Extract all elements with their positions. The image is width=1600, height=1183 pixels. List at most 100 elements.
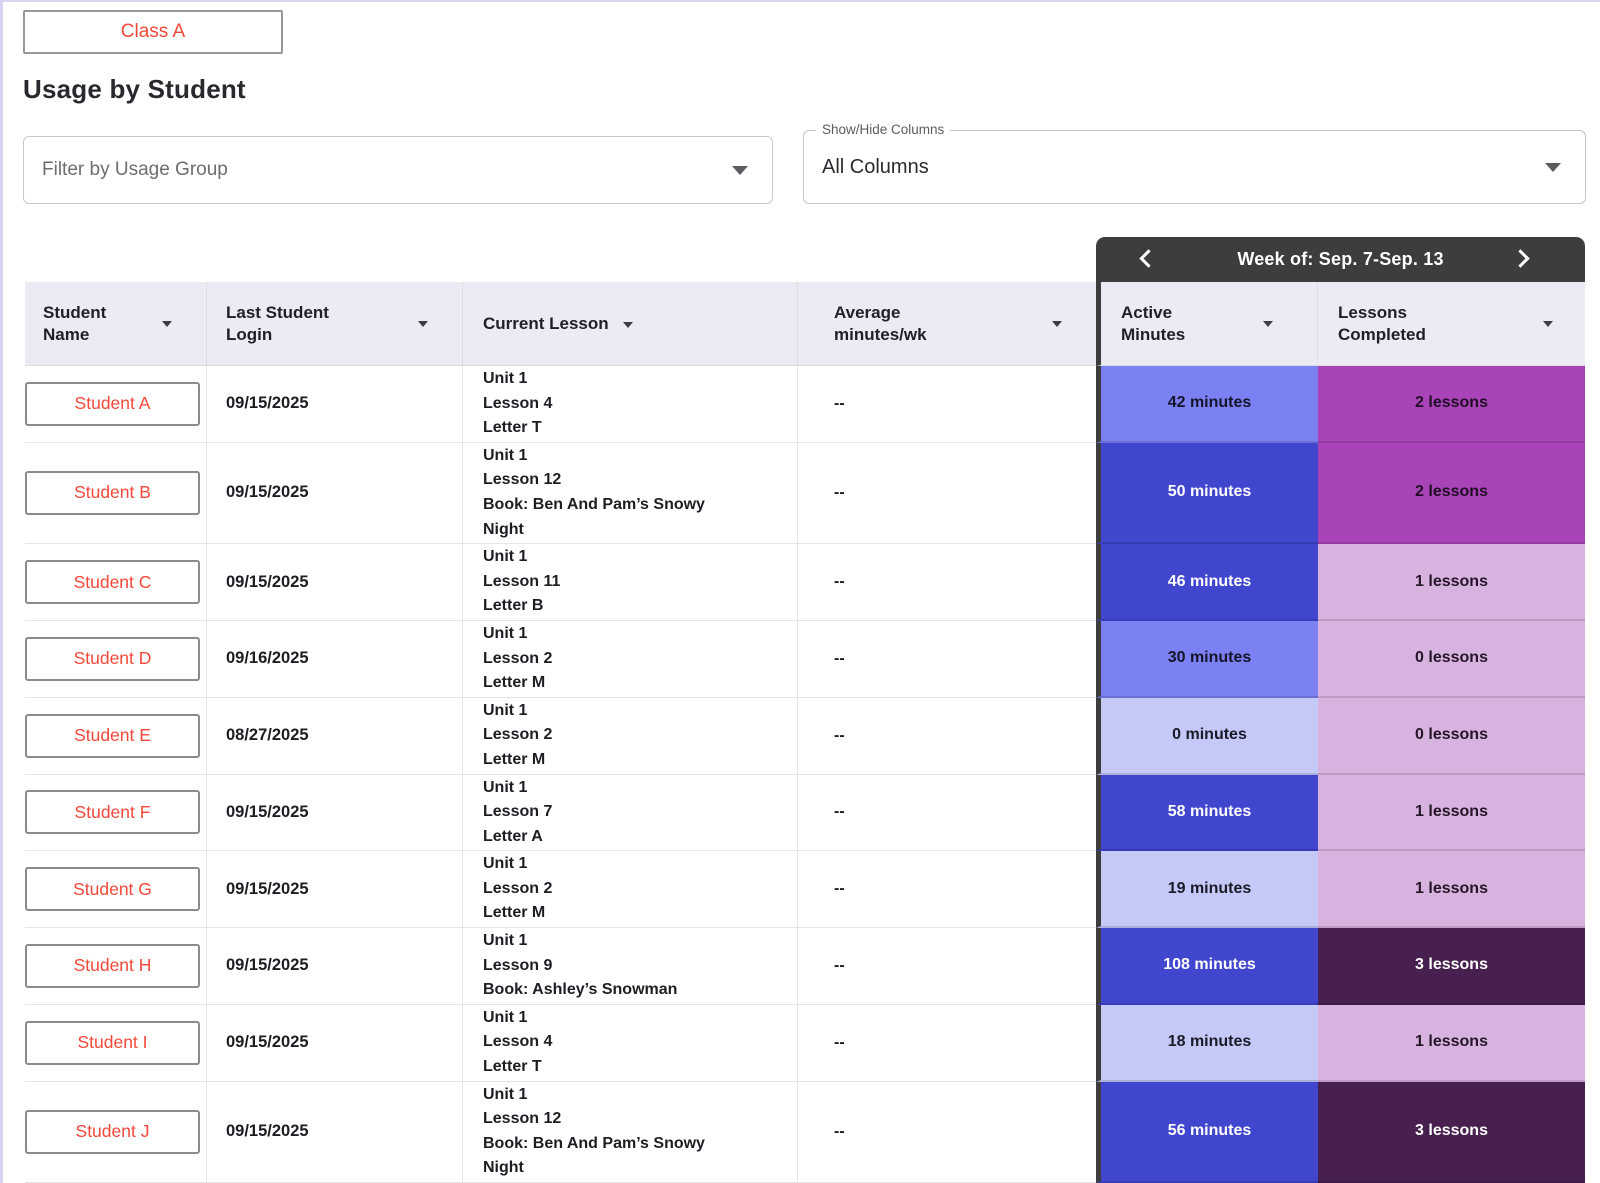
current-lesson-cell: Unit 1Lesson 2Letter M: [463, 698, 798, 775]
lessons-completed-cell: 2 lessons: [1318, 366, 1585, 443]
average-minutes-cell: --: [798, 443, 1096, 544]
column-header-label: Current Lesson: [483, 313, 609, 335]
current-lesson-lines: Unit 1Lesson 4Letter T: [483, 1006, 552, 1080]
column-header-average-minutes[interactable]: Average minutes/wk: [798, 282, 1096, 366]
student-name-button[interactable]: Student C: [25, 560, 200, 604]
student-name-cell: Student H: [25, 928, 207, 1005]
column-header-student-name[interactable]: Student Name: [25, 282, 207, 366]
student-name-cell: Student C: [25, 544, 207, 621]
last-login-cell: 09/15/2025: [207, 1005, 463, 1082]
column-header-label: Student Name: [43, 302, 135, 346]
lessons-completed-cell: 1 lessons: [1318, 1005, 1585, 1082]
current-lesson-cell: Unit 1Lesson 4Letter T: [463, 366, 798, 443]
student-name-button[interactable]: Student F: [25, 790, 200, 834]
average-minutes-cell: --: [798, 621, 1096, 698]
sort-triangle-icon[interactable]: [418, 321, 428, 327]
lessons-completed-cell: 2 lessons: [1318, 443, 1585, 544]
lessons-completed-cell: 3 lessons: [1318, 1082, 1585, 1183]
active-minutes-cell: 50 minutes: [1096, 443, 1318, 544]
lessons-completed-cell: 1 lessons: [1318, 544, 1585, 621]
student-name-button[interactable]: Student D: [25, 637, 200, 681]
current-lesson-cell: Unit 1Lesson 12Book: Ben And Pam’s Snowy…: [463, 443, 798, 544]
current-lesson-cell: Unit 1Lesson 12Book: Ben And Pam’s Snowy…: [463, 1082, 798, 1183]
sort-triangle-icon[interactable]: [162, 321, 172, 327]
next-week-button chevron-right-icon[interactable]: [1511, 249, 1529, 267]
usage-group-filter-select[interactable]: Filter by Usage Group: [23, 136, 773, 204]
current-lesson-lines: Unit 1Lesson 2Letter M: [483, 852, 552, 926]
current-lesson-lines: Unit 1Lesson 2Letter M: [483, 622, 552, 696]
lessons-completed-cell: 3 lessons: [1318, 928, 1585, 1005]
last-login-cell: 09/15/2025: [207, 443, 463, 544]
average-minutes-cell: --: [798, 928, 1096, 1005]
active-minutes-cell: 19 minutes: [1096, 851, 1318, 928]
student-name-button[interactable]: Student B: [25, 471, 200, 515]
column-header-lessons-completed[interactable]: Lessons Completed: [1318, 282, 1585, 366]
student-name-cell: Student A: [25, 366, 207, 443]
last-login-cell: 09/15/2025: [207, 851, 463, 928]
student-name-cell: Student I: [25, 1005, 207, 1082]
lessons-completed-cell: 0 lessons: [1318, 698, 1585, 775]
student-name-cell: Student F: [25, 775, 207, 852]
current-lesson-cell: Unit 1Lesson 4Letter T: [463, 1005, 798, 1082]
show-hide-columns-label: Show/Hide Columns: [816, 122, 950, 137]
current-lesson-cell: Unit 1Lesson 11Letter B: [463, 544, 798, 621]
student-name-cell: Student G: [25, 851, 207, 928]
week-navigator: Week of: Sep. 7-Sep. 13: [1096, 237, 1585, 282]
student-name-button[interactable]: Student E: [25, 714, 200, 758]
student-name-cell: Student B: [25, 443, 207, 544]
current-lesson-cell: Unit 1Lesson 7Letter A: [463, 775, 798, 852]
active-minutes-cell: 58 minutes: [1096, 775, 1318, 852]
usage-group-filter-placeholder: Filter by Usage Group: [42, 159, 228, 181]
student-name-button[interactable]: Student I: [25, 1021, 200, 1065]
chevron-down-icon: [732, 166, 748, 175]
page-title: Usage by Student: [23, 74, 1600, 105]
last-login-cell: 09/15/2025: [207, 775, 463, 852]
average-minutes-cell: --: [798, 1005, 1096, 1082]
show-hide-columns-select[interactable]: Show/Hide Columns All Columns: [803, 130, 1586, 204]
current-lesson-lines: Unit 1Lesson 9Book: Ashley’s Snowman: [483, 929, 677, 1003]
column-header-label: Active Minutes: [1121, 302, 1211, 346]
student-name-button[interactable]: Student J: [25, 1110, 200, 1154]
average-minutes-cell: --: [798, 544, 1096, 621]
week-range-label: Week of: Sep. 7-Sep. 13: [1237, 249, 1443, 270]
average-minutes-cell: --: [798, 775, 1096, 852]
active-minutes-cell: 56 minutes: [1096, 1082, 1318, 1183]
current-lesson-lines: Unit 1Lesson 7Letter A: [483, 776, 552, 850]
current-lesson-lines: Unit 1Lesson 11Letter B: [483, 545, 560, 619]
previous-week-button chevron-left-icon[interactable]: [1139, 249, 1157, 267]
sort-triangle-icon[interactable]: [1263, 321, 1273, 327]
active-minutes-cell: 30 minutes: [1096, 621, 1318, 698]
lessons-completed-cell: 1 lessons: [1318, 851, 1585, 928]
student-name-button[interactable]: Student A: [25, 382, 200, 426]
average-minutes-cell: --: [798, 698, 1096, 775]
lessons-completed-cell: 1 lessons: [1318, 775, 1585, 852]
current-lesson-cell: Unit 1Lesson 9Book: Ashley’s Snowman: [463, 928, 798, 1005]
column-header-label: Last Student Login: [226, 302, 350, 346]
column-header-active-minutes[interactable]: Active Minutes: [1096, 282, 1318, 366]
lessons-completed-cell: 0 lessons: [1318, 621, 1585, 698]
last-login-cell: 09/16/2025: [207, 621, 463, 698]
current-lesson-lines: Unit 1Lesson 4Letter T: [483, 367, 552, 441]
active-minutes-cell: 42 minutes: [1096, 366, 1318, 443]
column-header-current-lesson[interactable]: Current Lesson: [463, 282, 798, 366]
sort-triangle-icon[interactable]: [1052, 321, 1062, 327]
student-name-cell: Student D: [25, 621, 207, 698]
column-header-last-login[interactable]: Last Student Login: [207, 282, 463, 366]
table-controls: Filter by Usage Group Show/Hide Columns …: [23, 136, 1600, 204]
student-name-button[interactable]: Student G: [25, 867, 200, 911]
current-lesson-cell: Unit 1Lesson 2Letter M: [463, 851, 798, 928]
active-minutes-cell: 0 minutes: [1096, 698, 1318, 775]
class-tab-button[interactable]: Class A: [23, 10, 283, 54]
column-header-label: Average minutes/wk: [834, 302, 954, 346]
student-name-button[interactable]: Student H: [25, 944, 200, 988]
active-minutes-cell: 108 minutes: [1096, 928, 1318, 1005]
sort-triangle-icon[interactable]: [623, 322, 633, 328]
show-hide-columns-value: All Columns: [822, 156, 929, 179]
current-lesson-lines: Unit 1Lesson 12Book: Ben And Pam’s Snowy…: [483, 1083, 735, 1181]
current-lesson-lines: Unit 1Lesson 12Book: Ben And Pam’s Snowy…: [483, 444, 735, 542]
current-lesson-lines: Unit 1Lesson 2Letter M: [483, 699, 552, 773]
average-minutes-cell: --: [798, 1082, 1096, 1183]
chevron-down-icon: [1545, 163, 1561, 172]
last-login-cell: 08/27/2025: [207, 698, 463, 775]
sort-triangle-icon[interactable]: [1543, 321, 1553, 327]
